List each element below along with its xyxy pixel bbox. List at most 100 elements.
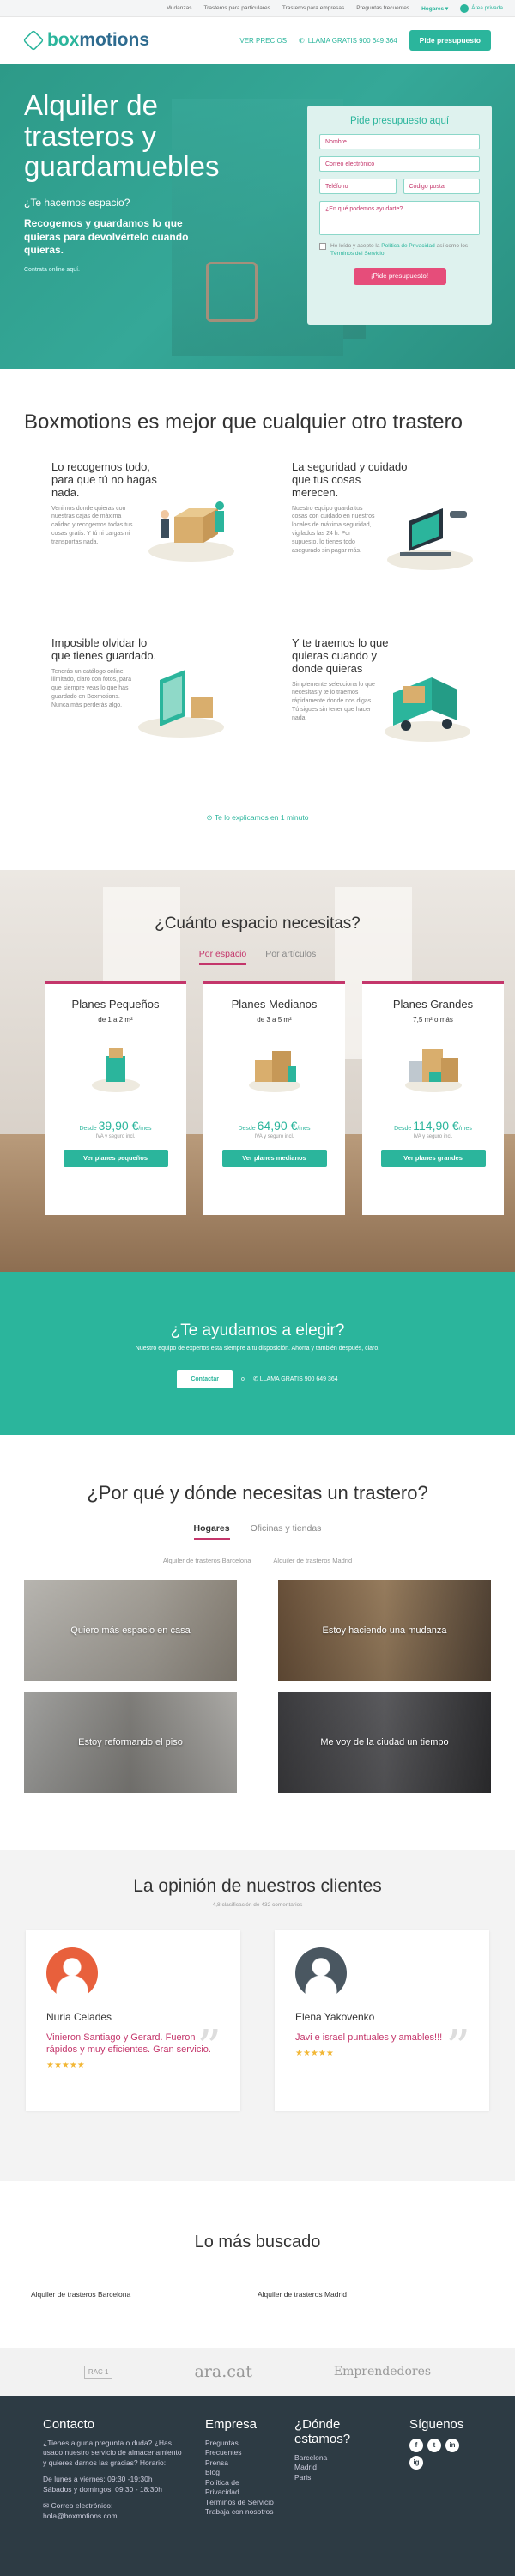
logo-text-rest: motions bbox=[79, 30, 150, 50]
tab-oficinas[interactable]: Oficinas y tiendas bbox=[251, 1523, 322, 1540]
footer-email-link[interactable]: hola@boxmotions.com bbox=[43, 2512, 185, 2521]
tile-more-space[interactable]: Quiero más espacio en casa bbox=[24, 1579, 237, 1681]
price-period: /mes bbox=[458, 1125, 472, 1132]
privacy-consent: He leído y acepto la Política de Privaci… bbox=[319, 242, 480, 258]
consent-text-a: He leído y acepto la bbox=[330, 243, 382, 249]
tile-leaving-city[interactable]: Me voy de la ciudad un tiempo bbox=[278, 1691, 491, 1793]
why-title: ¿Por qué y dónde necesitas un trastero? bbox=[87, 1481, 428, 1504]
tile-moving[interactable]: Estoy haciendo una mudanza bbox=[278, 1579, 491, 1681]
login-link[interactable]: Área privada bbox=[460, 3, 503, 13]
top-link-mudanzas[interactable]: Mudanzas bbox=[166, 5, 191, 11]
instagram-icon[interactable]: ig bbox=[409, 2455, 423, 2470]
or-label: o bbox=[241, 1376, 245, 1382]
hero-description: Recogemos y guardamos lo que quieras par… bbox=[24, 217, 189, 257]
phone-icon: ✆ bbox=[252, 1376, 258, 1383]
twitter-icon[interactable]: t bbox=[427, 2438, 441, 2452]
review-text: Vinieron Santiago y Gerard. Fueron rápid… bbox=[46, 2032, 211, 2056]
top-link-particulares[interactable]: Trasteros para particulares bbox=[203, 5, 270, 11]
link-trasteros-barcelona[interactable]: Alquiler de trasteros Barcelona bbox=[163, 1557, 251, 1564]
small-boxes-illustration bbox=[91, 1047, 140, 1092]
footer-link-barcelona[interactable]: Barcelona bbox=[294, 2453, 389, 2463]
plan-name: Planes Pequeños bbox=[71, 997, 160, 1011]
footer-email-label: ✉ Correo electrónico: bbox=[43, 2501, 185, 2511]
consent-text-b: así como los bbox=[434, 243, 469, 249]
footer-hours-weekdays: De lunes a viernes: 09:30 -19:30h bbox=[43, 2475, 153, 2484]
footer: Contacto ¿Tienes alguna pregunta o duda?… bbox=[0, 2395, 515, 2576]
plan-name: Planes Grandes bbox=[392, 997, 474, 1011]
view-large-plans-button[interactable]: Ver planes grandes bbox=[380, 1149, 486, 1167]
feature-text: Nuestro equipo guarda tus cosas con cuid… bbox=[292, 505, 375, 554]
logo-text-box: box bbox=[47, 30, 80, 50]
link-trasteros-madrid[interactable]: Alquiler de trasteros Madrid bbox=[273, 1557, 352, 1564]
top-link-faq[interactable]: Preguntas frecuentes bbox=[356, 5, 409, 11]
view-small-plans-button[interactable]: Ver planes pequeños bbox=[63, 1149, 168, 1167]
footer-link-privacy[interactable]: Política de Privacidad bbox=[205, 2478, 274, 2498]
reviewer-name: Elena Yakovenko bbox=[295, 2010, 375, 2023]
tab-por-espacio[interactable]: Por espacio bbox=[198, 949, 247, 965]
privacy-policy-link[interactable]: Política de Privacidad bbox=[381, 243, 435, 249]
phone-field[interactable]: Teléfono bbox=[319, 179, 397, 194]
ver-precios-link[interactable]: VER PRECIOS bbox=[239, 37, 287, 45]
postal-code-field[interactable]: Código postal bbox=[403, 179, 480, 194]
segment-selector[interactable]: Hogares ▾ bbox=[421, 5, 448, 12]
footer-link-press[interactable]: Prensa bbox=[205, 2458, 274, 2468]
footer-link-blog[interactable]: Blog bbox=[205, 2468, 274, 2477]
price-prefix: Desde bbox=[394, 1125, 414, 1132]
facebook-icon[interactable]: f bbox=[409, 2438, 423, 2452]
avatar bbox=[46, 1947, 98, 1999]
space-title: ¿Cuánto espacio necesitas? bbox=[154, 914, 360, 933]
privacy-checkbox[interactable] bbox=[319, 243, 326, 250]
footer-company: Empresa Preguntas Frecuentes Prensa Blog… bbox=[205, 2417, 274, 2567]
review-card: Elena Yakovenko Javi e israel puntuales … bbox=[275, 1929, 489, 2111]
tab-por-articulos[interactable]: Por artículos bbox=[265, 949, 316, 965]
contact-button[interactable]: Contactar bbox=[177, 1370, 233, 1388]
footer-contact-title: Contacto bbox=[43, 2416, 95, 2432]
search-link-madrid[interactable]: Alquiler de trasteros Madrid bbox=[258, 2290, 484, 2299]
header-quote-button[interactable]: Pide presupuesto bbox=[409, 30, 491, 51]
reviews-rating: 4,8 clasificación de 432 comentarios bbox=[212, 1901, 303, 1908]
message-field[interactable]: ¿En qué podemos ayudarte? bbox=[319, 201, 480, 235]
footer-link-jobs[interactable]: Trabaja con nosotros bbox=[205, 2507, 274, 2517]
linkedin-icon[interactable]: in bbox=[445, 2438, 459, 2452]
view-medium-plans-button[interactable]: Ver planes medianos bbox=[221, 1149, 327, 1167]
footer-link-faq[interactable]: Preguntas Frecuentes bbox=[205, 2439, 274, 2458]
plan-price: Desde 114,90 €/mes bbox=[362, 1119, 504, 1133]
hero-online-link[interactable]: Contrata online aquí. bbox=[24, 267, 153, 273]
tile-renovating[interactable]: Estoy reformando el piso bbox=[24, 1691, 237, 1793]
terms-link[interactable]: Términos del Servicio bbox=[330, 251, 385, 257]
price-period: /mes bbox=[297, 1125, 311, 1132]
quote-icon: ” bbox=[197, 2020, 221, 2076]
footer-link-paris[interactable]: Paris bbox=[294, 2473, 389, 2482]
security-illustration bbox=[387, 507, 473, 570]
pickup-illustration bbox=[148, 501, 234, 562]
footer-link-terms[interactable]: Términos de Servicio bbox=[205, 2498, 274, 2507]
price-value: 114,90 € bbox=[413, 1118, 459, 1133]
feature-text: Venimos donde quieras con nuestras cajas… bbox=[52, 505, 133, 545]
hero-section: Alquiler de trasteros y guardamuebles ¿T… bbox=[0, 64, 515, 369]
top-link-empresas[interactable]: Trasteros para empresas bbox=[282, 5, 344, 11]
form-submit-button[interactable]: ¡Pide presupuesto! bbox=[353, 268, 446, 286]
phone-link[interactable]: ✆ LLAMA GRATIS 900 649 364 bbox=[299, 37, 397, 45]
email-label-text: Correo electrónico: bbox=[51, 2501, 113, 2511]
footer-locations-title: ¿Dónde estamos? bbox=[294, 2416, 351, 2446]
name-field[interactable]: Nombre bbox=[319, 134, 480, 149]
tab-hogares[interactable]: Hogares bbox=[193, 1523, 230, 1540]
price-period: /mes bbox=[138, 1125, 152, 1132]
star-rating: ★★★★★ bbox=[46, 2061, 85, 2071]
phone-number: LLAMA GRATIS 900 649 364 bbox=[307, 36, 397, 45]
footer-link-madrid[interactable]: Madrid bbox=[294, 2463, 389, 2472]
email-field[interactable]: Correo electrónico bbox=[319, 156, 480, 172]
emprendedores-logo: Emprendedores bbox=[333, 2365, 432, 2379]
search-link-barcelona[interactable]: Alquiler de trasteros Barcelona bbox=[31, 2290, 258, 2299]
help-phone-link[interactable]: ✆ LLAMA GRATIS 900 649 364 bbox=[253, 1376, 338, 1382]
help-title: ¿Te ayudamos a elegir? bbox=[170, 1321, 345, 1340]
hero-background-chair bbox=[206, 262, 258, 322]
plan-card-medium: Planes Medianos de 3 a 5 m² Desde 64,90 … bbox=[203, 981, 345, 1215]
footer-social: Síguenos f t in ig bbox=[409, 2417, 464, 2567]
plan-name: Planes Medianos bbox=[231, 997, 318, 1011]
phone-icon: ✆ bbox=[299, 36, 305, 45]
plan-size: de 1 a 2 m² bbox=[98, 1015, 133, 1024]
hero-title: Alquiler de trasteros y guardamuebles bbox=[24, 89, 220, 183]
press-logos: RAC 1 ara.cat Emprendedores bbox=[0, 2348, 515, 2396]
logo[interactable]: boxmotions bbox=[22, 29, 150, 52]
